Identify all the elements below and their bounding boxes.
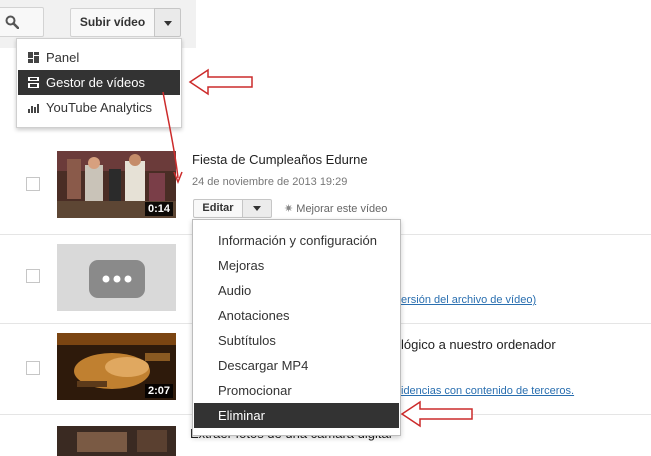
menu-item-label: Mejoras (218, 258, 265, 273)
edit-menu-item-download-mp4[interactable]: Descargar MP4 (194, 353, 399, 378)
menu-item-label: Audio (218, 283, 252, 298)
menu-item-label: Gestor de vídeos (46, 75, 145, 90)
analytics-icon (28, 104, 39, 113)
edit-menu-item-subtitles[interactable]: Subtítulos (194, 328, 399, 353)
video-title[interactable]: lógico a nuestro ordenador (401, 337, 556, 352)
edit-menu-item-delete[interactable]: Eliminar (194, 403, 399, 428)
menu-item-label: Información y configuración (218, 233, 377, 248)
video-duration: 0:14 (144, 202, 173, 216)
video-thumbnail[interactable] (57, 426, 176, 456)
edit-menu-item-promote[interactable]: Promocionar (194, 378, 399, 403)
search-icon (5, 15, 19, 29)
upload-video-button[interactable]: Subir vídeo (70, 8, 155, 37)
dashboard-icon (28, 52, 39, 63)
magic-wand-icon: ✷ (284, 203, 294, 215)
menu-item-label: Promocionar (218, 383, 292, 398)
video-thumbnail[interactable] (57, 244, 176, 311)
menu-item-analytics[interactable]: YouTube Analytics (18, 95, 180, 120)
video-duration: 2:07 (144, 384, 173, 398)
menu-item-label: Descargar MP4 (218, 358, 309, 373)
video-select-checkbox[interactable] (26, 177, 40, 191)
improve-video-link[interactable]: ✷ Mejorar este vídeo (284, 202, 387, 215)
search-button[interactable] (0, 7, 44, 37)
menu-item-label: Anotaciones (218, 308, 290, 323)
edit-dropdown-menu: Información y configuración Mejoras Audi… (192, 219, 401, 436)
edit-menu-item-info[interactable]: Información y configuración (194, 228, 399, 253)
video-notice-link[interactable]: idencias con contenido de terceros. (401, 385, 574, 397)
menu-item-label: Eliminar (218, 408, 265, 423)
processing-placeholder-icon (57, 244, 176, 311)
video-thumbnail[interactable]: 0:14 (57, 151, 176, 218)
chevron-down-icon (253, 206, 261, 211)
edit-menu-item-audio[interactable]: Audio (194, 278, 399, 303)
video-select-checkbox[interactable] (26, 361, 40, 375)
menu-item-label: Subtítulos (218, 333, 276, 348)
video-title[interactable]: Fiesta de Cumpleaños Edurne (192, 152, 368, 167)
menu-item-label: Panel (46, 50, 80, 65)
camera-thumbnail-image (57, 426, 176, 456)
video-select-checkbox[interactable] (26, 269, 40, 283)
video-thumbnail[interactable]: 2:07 (57, 333, 176, 400)
edit-menu-item-annotations[interactable]: Anotaciones (194, 303, 399, 328)
upload-menu-toggle[interactable] (154, 8, 181, 37)
edit-menu-toggle[interactable] (242, 199, 272, 218)
annotation-arrow-video-manager (188, 68, 253, 96)
video-date: 24 de noviembre de 2013 19:29 (192, 176, 348, 188)
video-manager-icon (28, 77, 39, 88)
menu-item-label: YouTube Analytics (46, 100, 152, 115)
improve-video-label: Mejorar este vídeo (296, 203, 388, 215)
video-notice-link[interactable]: ersión del archivo de vídeo) (401, 294, 536, 306)
upload-dropdown-menu: Panel Gestor de vídeos YouTube Analytics (16, 38, 182, 128)
menu-item-panel[interactable]: Panel (18, 45, 180, 70)
edit-menu-item-enhancements[interactable]: Mejoras (194, 253, 399, 278)
menu-item-video-manager[interactable]: Gestor de vídeos (18, 70, 180, 95)
edit-button[interactable]: Editar (193, 199, 243, 218)
chevron-down-icon (164, 21, 172, 26)
